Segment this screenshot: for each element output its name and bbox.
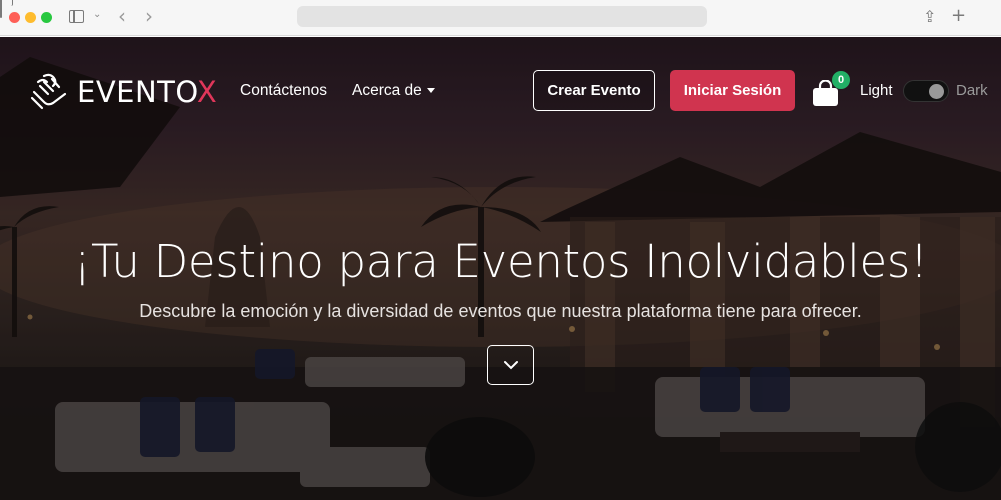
theme-dark-label: Dark bbox=[956, 82, 988, 99]
theme-light-label: Light bbox=[860, 82, 893, 99]
scroll-down-button[interactable] bbox=[487, 345, 534, 385]
nav-link-contact[interactable]: Contáctenos bbox=[240, 82, 327, 100]
caret-down-icon bbox=[426, 88, 435, 94]
minimize-window-button[interactable] bbox=[25, 12, 36, 23]
forward-arrow-icon[interactable]: › bbox=[145, 4, 153, 28]
nav-dropdown-about[interactable]: Acerca de bbox=[352, 82, 435, 100]
back-arrow-icon[interactable]: ‹ bbox=[118, 4, 126, 28]
new-tab-icon[interactable]: + bbox=[951, 5, 966, 26]
hand-flower-logo-icon[interactable] bbox=[30, 72, 70, 110]
share-icon[interactable]: ⇪ bbox=[923, 7, 936, 26]
create-event-button[interactable]: Crear Evento bbox=[533, 70, 655, 111]
close-window-button[interactable] bbox=[9, 12, 20, 23]
theme-toggle-switch[interactable] bbox=[903, 80, 949, 102]
chevron-down-icon[interactable]: ⌄ bbox=[93, 9, 101, 20]
toggle-knob bbox=[929, 84, 944, 99]
zoom-window-button[interactable] bbox=[41, 12, 52, 23]
hero-section: EVENTOX Contáctenos Acerca de Crear Even… bbox=[0, 37, 1001, 500]
brand-text: EVENTO bbox=[77, 75, 197, 109]
nav-dropdown-about-label: Acerca de bbox=[352, 82, 422, 99]
login-button[interactable]: Iniciar Sesión bbox=[670, 70, 795, 111]
sidebar-toggle-icon[interactable] bbox=[69, 10, 84, 23]
hero-subtitle: Descubre la emoción y la diversidad de e… bbox=[139, 301, 862, 321]
brand-logo-text[interactable]: EVENTOX bbox=[77, 75, 217, 109]
address-bar[interactable] bbox=[297, 6, 707, 27]
browser-toolbar: ⌄ ‹ › ⇪ + bbox=[0, 0, 1001, 36]
brand-accent-letter: X bbox=[196, 75, 218, 109]
chevron-down-icon bbox=[503, 361, 518, 370]
tab-overview-icon[interactable] bbox=[0, 0, 2, 18]
cart-count-badge: 0 bbox=[832, 71, 850, 89]
hero-title: ¡Tu Destino para Eventos Inolvidables! bbox=[73, 235, 928, 288]
